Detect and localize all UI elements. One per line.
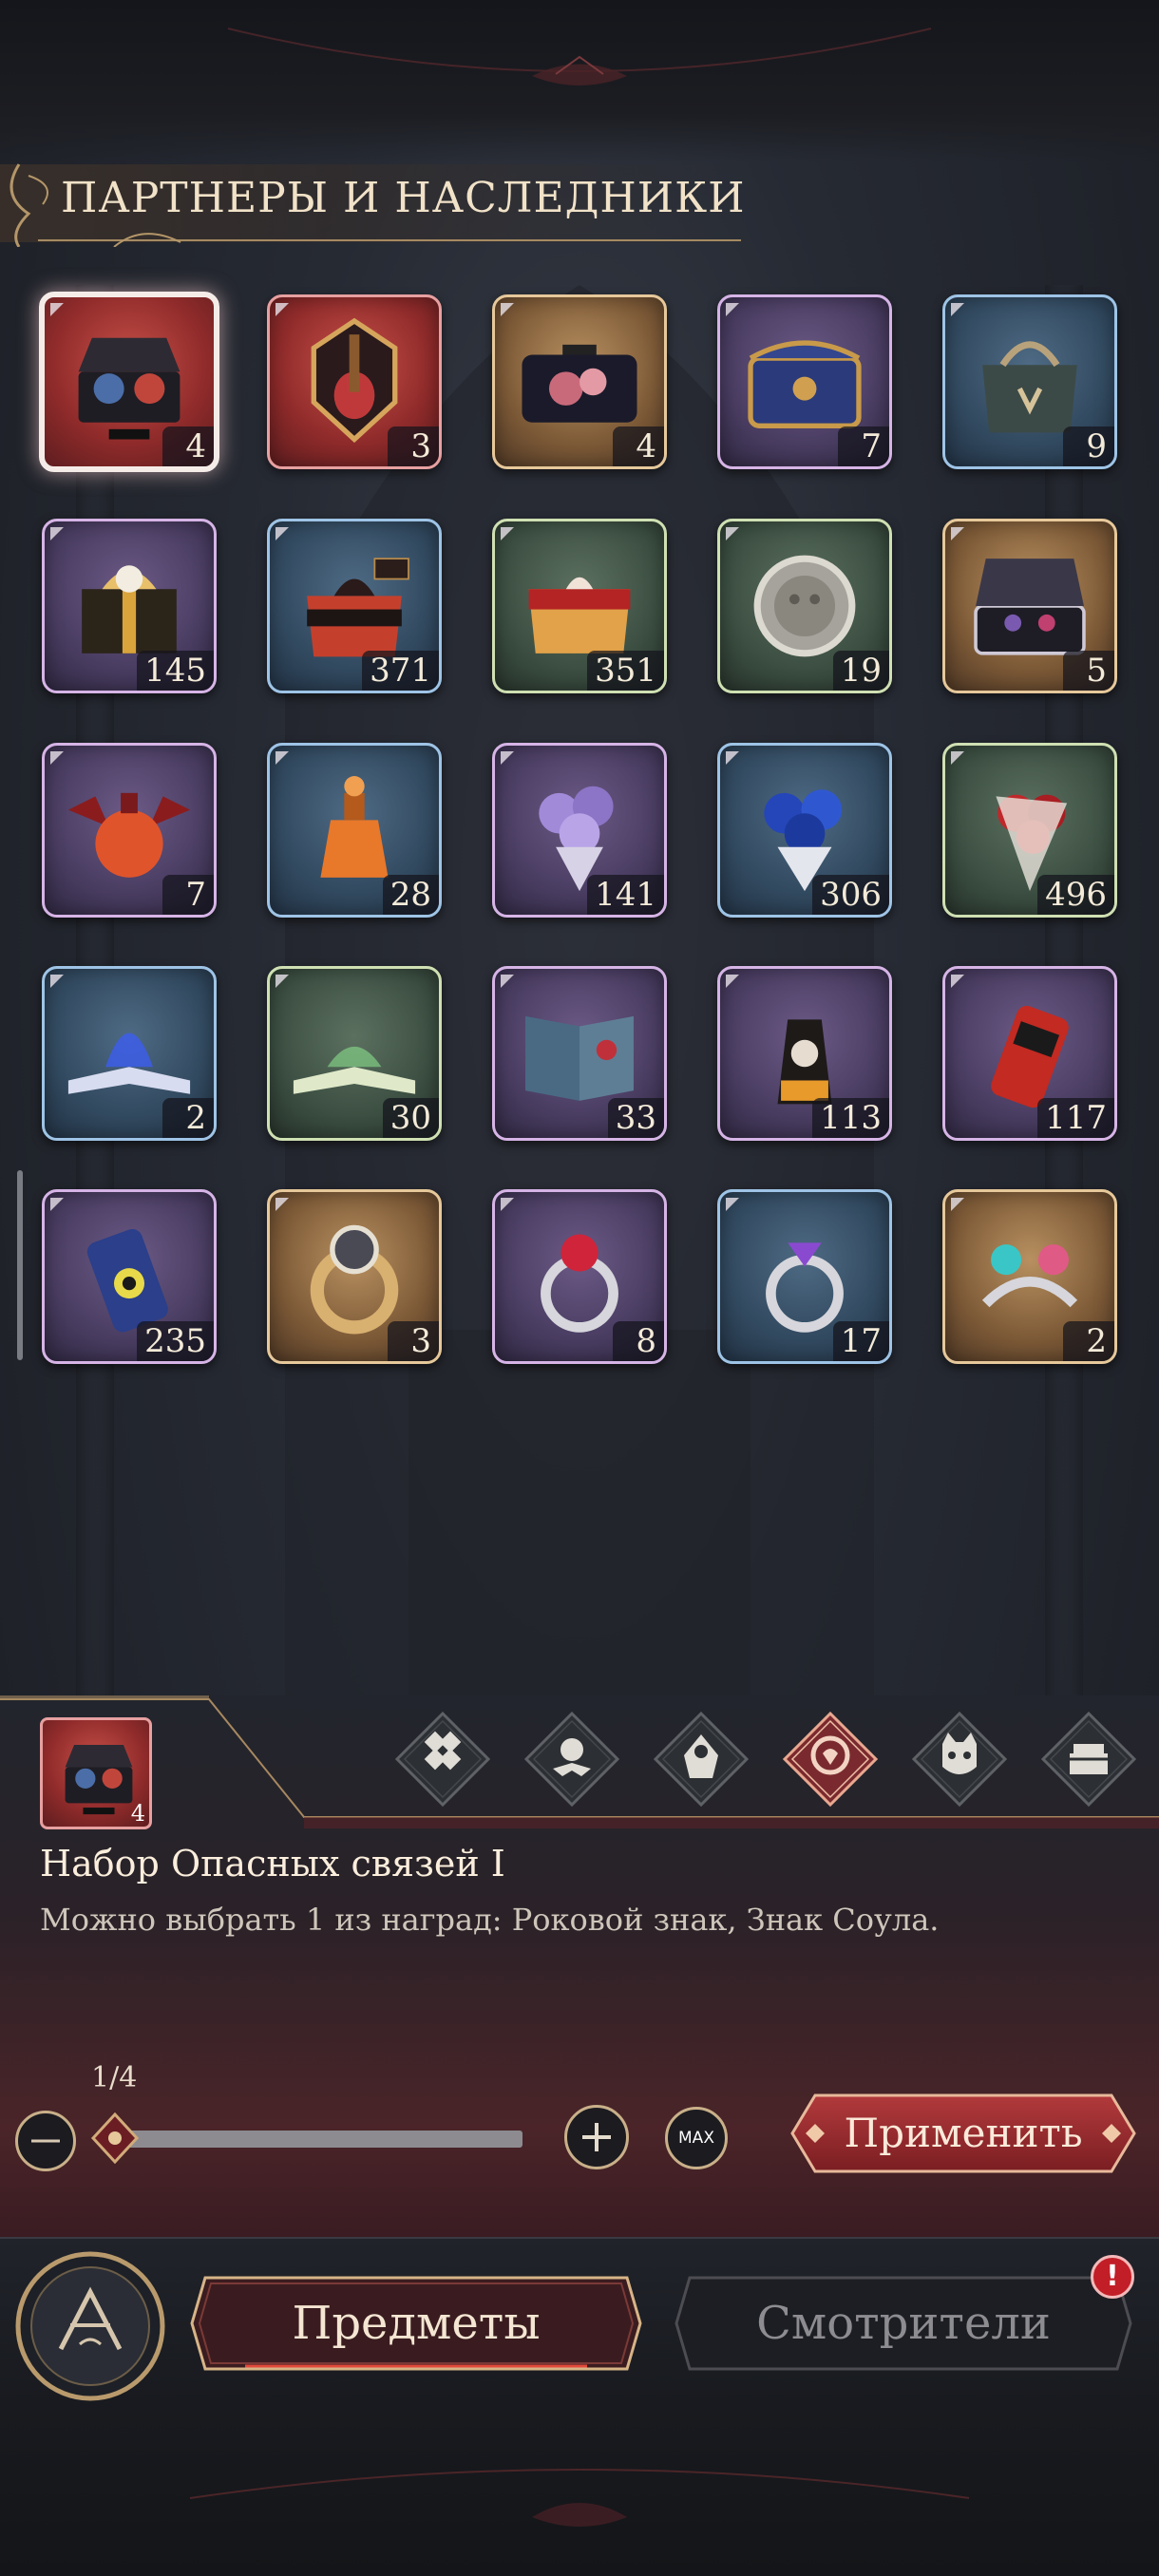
inventory-slot[interactable]: 28 <box>267 743 442 918</box>
item-count: 3 <box>388 1321 439 1361</box>
item-count: 9 <box>1063 426 1114 466</box>
plus-icon <box>582 2123 611 2151</box>
inventory-slot[interactable]: 7 <box>42 743 217 918</box>
item-count: 2 <box>162 1098 214 1138</box>
tab-items[interactable]: Предметы <box>188 2272 644 2375</box>
inventory-slot[interactable]: 17 <box>717 1189 892 1364</box>
inventory-slot[interactable]: 351 <box>492 519 667 693</box>
inventory-slot[interactable]: 5 <box>942 519 1117 693</box>
item-count: 306 <box>812 875 889 915</box>
inventory-slot[interactable]: 141 <box>492 743 667 918</box>
inventory-slot[interactable]: 30 <box>267 966 442 1141</box>
item-count: 33 <box>607 1098 664 1138</box>
quantity-slider[interactable] <box>106 2131 522 2148</box>
selected-item-count: 4 <box>130 1800 145 1827</box>
inventory-slot[interactable]: 2 <box>42 966 217 1141</box>
selected-item-description: Можно выбрать 1 из наград: Роковой знак,… <box>40 1902 940 1938</box>
inventory-slot[interactable]: 4 <box>492 294 667 469</box>
item-count: 17 <box>832 1321 889 1361</box>
minus-icon <box>31 2139 60 2143</box>
inventory-slot[interactable]: 145 <box>42 519 217 693</box>
section-title: ПАРТНЕРЫ И НАСЛЕДНИКИ <box>61 174 746 222</box>
alert-badge: ! <box>1091 2255 1134 2299</box>
item-count: 145 <box>137 651 214 691</box>
item-count: 371 <box>362 651 439 691</box>
inventory-slot[interactable]: 19 <box>717 519 892 693</box>
item-count: 4 <box>162 426 214 466</box>
item-count: 141 <box>587 875 664 915</box>
item-count: 235 <box>137 1321 214 1361</box>
inventory-slot[interactable]: 371 <box>267 519 442 693</box>
category-tab[interactable] <box>393 1710 492 1809</box>
item-count: 7 <box>838 426 889 466</box>
inventory-slot[interactable]: 2 <box>942 1189 1117 1364</box>
scrollbar[interactable] <box>17 1170 23 1360</box>
decrease-button[interactable] <box>15 2111 76 2171</box>
item-count: 3 <box>388 426 439 466</box>
item-count: 28 <box>382 875 439 915</box>
inventory-slot[interactable]: 7 <box>717 294 892 469</box>
item-count: 8 <box>613 1321 664 1361</box>
item-count: 351 <box>587 651 664 691</box>
slider-thumb[interactable] <box>89 2112 141 2164</box>
inventory-slot[interactable]: 235 <box>42 1189 217 1364</box>
item-count: 117 <box>1037 1098 1114 1138</box>
item-count: 30 <box>382 1098 439 1138</box>
top-ornament <box>227 28 932 85</box>
tab-keepers[interactable]: Смотрители <box>673 2272 1134 2375</box>
inventory-slot[interactable]: 4 <box>39 292 219 472</box>
item-count: 19 <box>832 651 889 691</box>
inventory-slot[interactable]: 496 <box>942 743 1117 918</box>
item-count: 113 <box>812 1098 889 1138</box>
quantity-label: 1/4 <box>91 2061 138 2094</box>
item-count: 4 <box>613 426 664 466</box>
bottom-ornament <box>189 2469 970 2527</box>
inventory-slot[interactable]: 306 <box>717 743 892 918</box>
apply-button[interactable]: Применить <box>787 2088 1140 2179</box>
home-button[interactable] <box>13 2249 167 2403</box>
cake-icon <box>1070 1744 1108 1774</box>
inventory-slot[interactable]: 8 <box>492 1189 667 1364</box>
max-button[interactable]: MAX <box>665 2107 728 2169</box>
emblem-icon <box>15 2251 165 2401</box>
selected-item-name: Набор Опасных связей I <box>40 1843 505 1885</box>
inventory-slot[interactable]: 3 <box>267 294 442 469</box>
item-count: 2 <box>1063 1321 1114 1361</box>
inventory-slot[interactable]: 113 <box>717 966 892 1141</box>
item-count: 7 <box>162 875 214 915</box>
selected-item-thumbnail: 4 <box>40 1717 152 1829</box>
increase-button[interactable] <box>564 2105 629 2169</box>
inventory-slot[interactable]: 3 <box>267 1189 442 1364</box>
category-tab[interactable] <box>1039 1710 1138 1809</box>
category-tab[interactable] <box>652 1710 750 1809</box>
category-tab[interactable] <box>910 1710 1009 1809</box>
inventory-slot[interactable]: 33 <box>492 966 667 1141</box>
inventory-slot[interactable]: 117 <box>942 966 1117 1141</box>
inventory-slot[interactable]: 9 <box>942 294 1117 469</box>
item-count: 5 <box>1063 651 1114 691</box>
item-count: 496 <box>1037 875 1114 915</box>
category-tab[interactable] <box>522 1710 621 1809</box>
category-tab[interactable] <box>781 1710 880 1809</box>
